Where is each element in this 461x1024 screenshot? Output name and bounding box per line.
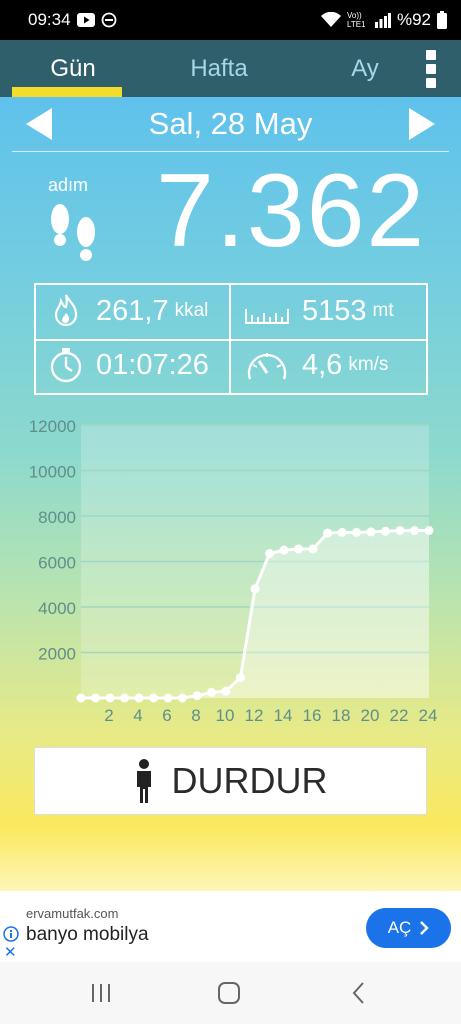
speed-value: 4,6 (302, 348, 343, 381)
speedometer-icon (247, 353, 287, 380)
calories-unit: kkal (174, 300, 209, 321)
chart-point (178, 693, 187, 703)
chart-y-tick-label: 10000 (29, 463, 76, 482)
chart-x-tick-label: 6 (162, 706, 171, 725)
chart-point (279, 545, 289, 555)
person-icon (136, 759, 151, 803)
steps-label: adım (48, 175, 89, 195)
chart-point (410, 526, 419, 536)
chart-y-tick-label: 8000 (38, 508, 76, 527)
date-navigator: Sal, 28 May (12, 97, 449, 152)
dnd-icon (101, 12, 117, 28)
calories-value: 261,7 (96, 294, 169, 327)
chart-x-tick-label: 18 (332, 706, 351, 725)
battery-label: %92 (396, 10, 431, 29)
ad-domain: ervamutfak.com (26, 906, 119, 921)
chart-x-tick-label: 16 (303, 706, 322, 725)
chart-point (76, 693, 86, 703)
chart-y-tick-label: 12000 (29, 417, 76, 436)
speed-stat: 4,6 km/s (244, 347, 388, 383)
ruler-icon (245, 309, 289, 324)
chart-point (265, 549, 274, 559)
distance-value: 5153 (302, 294, 367, 327)
chart-x-tick-label: 2 (104, 706, 113, 725)
youtube-icon (76, 13, 95, 27)
tab-week[interactable]: Hafta (146, 40, 292, 97)
chart-y-tick-label: 6000 (38, 554, 76, 573)
chart-point (192, 691, 202, 701)
chart-x-tick-label: 14 (274, 706, 293, 725)
hourly-steps-chart: 200040006000800010000120002 4 6 8 10 12 14 16 18… (29, 417, 438, 725)
chart-point (381, 526, 390, 536)
recent-apps-icon[interactable] (88, 980, 114, 1006)
chart-point (163, 693, 173, 703)
chart-point (337, 527, 347, 537)
stats-grid: 261,7 kkal 5153 mt 01:07:26 4,6 km/s (34, 283, 428, 395)
chart-point (236, 673, 245, 683)
ad-open-button[interactable]: AÇ (366, 908, 451, 948)
period-tabs: Gün Hafta Ay (0, 40, 461, 97)
close-icon[interactable]: ✕ (4, 943, 17, 961)
back-icon[interactable] (346, 980, 372, 1006)
tab-month[interactable]: Ay (292, 40, 438, 97)
chart-point (105, 693, 115, 703)
step-count: 7.362 (156, 153, 427, 269)
chart-point (294, 544, 303, 554)
chart-point (120, 693, 129, 703)
stop-button-label: DURDUR (171, 760, 328, 801)
signal-icon (374, 12, 391, 28)
chart-point (352, 527, 361, 537)
overflow-menu-icon[interactable] (421, 50, 441, 88)
ad-title: banyo mobilya (26, 924, 149, 945)
stopwatch-icon (50, 348, 82, 383)
duration-value: 01:07:26 (96, 348, 209, 381)
chart-x-tick-label: 12 (245, 706, 264, 725)
footprints-icon (51, 204, 95, 261)
chart-point (323, 528, 332, 538)
chart-point (308, 544, 318, 554)
chevron-right-icon (420, 921, 430, 935)
chart-x-tick-label: 22 (390, 706, 409, 725)
chart-x-tick-label: 8 (191, 706, 200, 725)
chart-point (134, 693, 144, 703)
chart-point (149, 693, 158, 703)
ad-open-label: AÇ (387, 918, 412, 937)
network-label: Vo)) LTE1 (346, 11, 366, 29)
status-bar: 09:34 Vo)) LTE1 %92 (0, 0, 461, 40)
chart-point (207, 687, 216, 697)
chart-y-tick-label: 2000 (38, 645, 76, 664)
chart-point (366, 527, 376, 537)
duration-stat: 01:07:26 (48, 347, 209, 383)
system-nav-bar (0, 962, 461, 1024)
chart-point (250, 584, 260, 594)
main-panel: Sal, 28 May adım 7.362 261,7 kkal 5153 m… (0, 97, 461, 891)
home-icon[interactable] (216, 980, 242, 1006)
stop-button[interactable]: DURDUR (34, 747, 427, 815)
chart-x-tick-label: 10 (216, 706, 235, 725)
chart-point (221, 686, 231, 696)
distance-unit: mt (372, 300, 394, 321)
next-day-icon[interactable] (409, 108, 435, 140)
chart-y-tick-label: 4000 (38, 599, 76, 618)
chart-point (91, 693, 100, 703)
calories-stat: 261,7 kkal (48, 293, 208, 329)
info-icon[interactable] (3, 926, 19, 942)
previous-day-icon[interactable] (26, 108, 52, 140)
flame-icon (54, 294, 78, 327)
date-label: Sal, 28 May (148, 106, 313, 141)
distance-stat: 5153 mt (244, 293, 394, 329)
chart-point (424, 526, 434, 536)
battery-icon (437, 11, 447, 29)
chart-x-tick-label: 24 (419, 706, 438, 725)
ad-banner[interactable]: ✕ ervamutfak.com banyo mobilya AÇ (0, 891, 461, 962)
wifi-icon (320, 12, 341, 28)
chart-point (395, 526, 405, 536)
tab-day[interactable]: Gün (0, 40, 146, 97)
chart-x-tick-label: 20 (361, 706, 380, 725)
speed-unit: km/s (348, 354, 389, 375)
chart-x-tick-label: 4 (133, 706, 142, 725)
clock: 09:34 (28, 10, 71, 29)
